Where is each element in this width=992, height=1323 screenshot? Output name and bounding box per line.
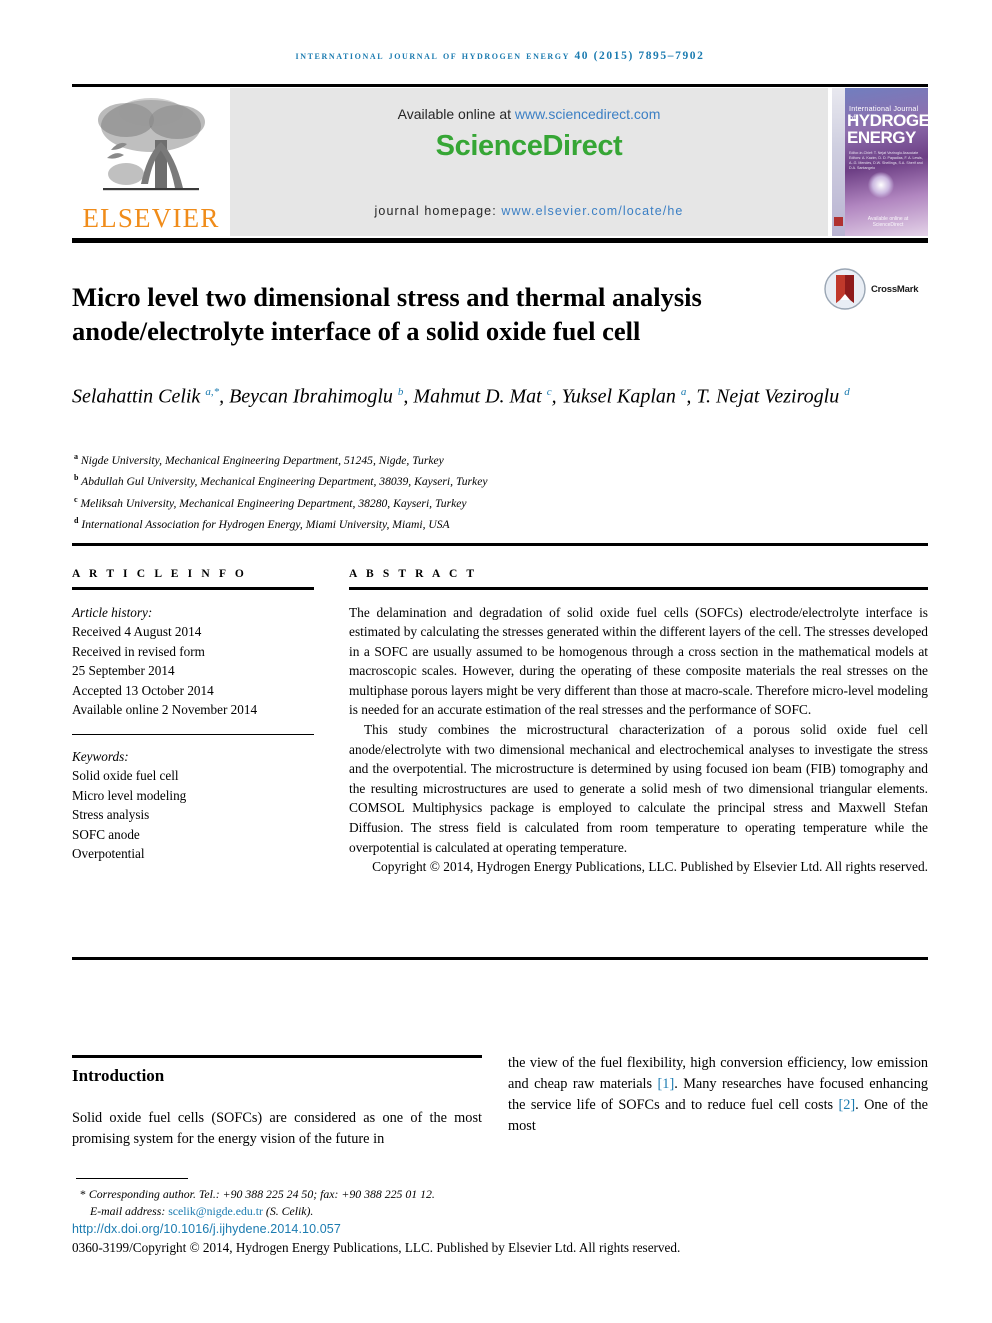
affiliation-item: a Nigde University, Mechanical Engineeri… xyxy=(74,452,444,467)
article-history-line: 25 September 2014 xyxy=(72,663,175,678)
introduction-heading: Introduction xyxy=(72,1066,165,1085)
introduction-rule xyxy=(72,1055,482,1058)
cover-orb-graphic xyxy=(868,172,894,198)
abstract-bottom-rule xyxy=(72,957,928,960)
info-section-top-rule xyxy=(72,543,928,546)
article-history-line: Received in revised form xyxy=(72,643,205,659)
sciencedirect-wordmark: ScienceDirect xyxy=(435,130,623,162)
sciencedirect-url-link[interactable]: www.sciencedirect.com xyxy=(515,106,661,122)
introduction-left-column: Solid oxide fuel cells (SOFCs) are consi… xyxy=(72,1110,482,1147)
elsevier-tree-icon xyxy=(98,98,205,191)
article-history-line: Received 4 August 2014 xyxy=(72,624,202,639)
affiliation-item: d International Association for Hydrogen… xyxy=(74,516,450,531)
keyword-item: Micro level modeling xyxy=(72,787,187,803)
keyword-item: Solid oxide fuel cell xyxy=(72,768,179,784)
abstract-paragraph-2: This study combines the microstructural … xyxy=(349,722,928,855)
corresponding-author-marker: * xyxy=(80,1187,86,1201)
email-suffix: (S. Celik). xyxy=(262,1203,314,1218)
email-label: E-mail address: xyxy=(90,1203,169,1218)
running-head: International Journal of Hydrogen Energy… xyxy=(295,50,705,62)
keyword-item: SOFC anode xyxy=(72,826,140,842)
crossmark-label: CrossMark xyxy=(871,283,919,295)
abstract-heading-rule xyxy=(349,587,928,590)
affiliation-marker: a xyxy=(74,452,78,461)
abstract-paragraph-1: The delamination and degradation of soli… xyxy=(349,604,928,718)
abstract-column: A B S T R A C T The delamination and deg… xyxy=(349,568,928,877)
affiliation-item: c Meliksah University, Mechanical Engine… xyxy=(74,494,467,510)
sciencedirect-banner: Available online at www.sciencedirect.co… xyxy=(230,88,828,236)
article-info-column: A R T I C L E I N F O Article history: R… xyxy=(72,568,314,864)
abstract-heading: A B S T R A C T xyxy=(349,568,478,580)
footnote-block: * Corresponding author. Tel.: +90 388 22… xyxy=(80,1186,700,1219)
article-info-heading-rule xyxy=(72,587,314,590)
affiliation-marker: d xyxy=(74,516,79,526)
paper-page: International Journal of Hydrogen Energy… xyxy=(0,0,992,1323)
affiliation-marker: c xyxy=(74,494,78,504)
article-history-label: Article history: xyxy=(72,604,153,620)
keyword-item: Stress analysis xyxy=(72,807,150,823)
crossmark-icon xyxy=(824,268,866,310)
affiliation-list: a Nigde University, Mechanical Engineeri… xyxy=(74,448,864,533)
available-online-prefix: Available online at xyxy=(397,106,515,122)
article-info-divider xyxy=(72,733,314,735)
cover-title-line-2: ENERGY xyxy=(847,128,916,147)
page-title: Micro level two dimensional stress and t… xyxy=(72,281,702,346)
email-note: E-mail address: scelik@nigde.edu.tr (S. … xyxy=(80,1203,700,1220)
cover-editors: Editor-in-Chief: T. Nejat Veziroglu Asso… xyxy=(849,151,923,170)
citation-link-2[interactable]: [2] xyxy=(838,1097,855,1113)
cover-title-line-1: HYDROGEN xyxy=(847,111,928,130)
article-history-line: Available online 2 November 2014 xyxy=(72,702,258,717)
journal-homepage-label: journal homepage: xyxy=(374,204,502,218)
cover-spine xyxy=(832,88,845,236)
journal-cover-thumbnail: International Journal of HYDROGEN ENERGY… xyxy=(828,88,928,236)
article-history-block: Article history: Received 4 August 2014 … xyxy=(72,603,314,864)
email-link[interactable]: scelik@nigde.edu.tr xyxy=(168,1204,263,1218)
header-bottom-rule xyxy=(72,238,928,243)
cover-journal-title: HYDROGEN ENERGY xyxy=(847,111,928,147)
journal-homepage-line: journal homepage: www.elsevier.com/locat… xyxy=(230,204,828,218)
keywords-label: Keywords: xyxy=(72,748,129,764)
footnote-rule xyxy=(76,1178,188,1180)
header-top-rule xyxy=(72,84,928,87)
doi-link[interactable]: http://dx.doi.org/10.1016/j.ijhydene.201… xyxy=(72,1222,341,1236)
journal-homepage-url[interactable]: www.elsevier.com/locate/he xyxy=(501,204,683,218)
available-online-line: Available online at www.sciencedirect.co… xyxy=(230,106,828,122)
affiliation-item: b Abdullah Gul University, Mechanical En… xyxy=(74,473,488,489)
cover-sciencedirect-mark: Available online at ScienceDirect xyxy=(867,216,909,228)
article-info-heading: A R T I C L E I N F O xyxy=(72,568,247,580)
keyword-item: Overpotential xyxy=(72,846,145,862)
corresponding-author-note: * Corresponding author. Tel.: +90 388 22… xyxy=(80,1186,700,1203)
affiliation-marker: b xyxy=(74,473,79,483)
journal-header-band: ELSEVIER Available online at www.science… xyxy=(72,88,928,236)
introduction-right-column: the view of the fuel flexibility, high c… xyxy=(508,1053,928,1137)
elsevier-wordmark: ELSEVIER xyxy=(82,203,220,233)
article-history-line: Accepted 13 October 2014 xyxy=(72,682,214,698)
abstract-copyright: Copyright © 2014, Hydrogen Energy Public… xyxy=(372,859,928,875)
corresponding-author-text: Corresponding author. Tel.: +90 388 225 … xyxy=(88,1187,435,1201)
abstract-body: The delamination and degradation of soli… xyxy=(349,603,928,877)
crossmark-badge[interactable]: CrossMark xyxy=(824,266,928,312)
cover-badge-icon xyxy=(834,217,843,226)
citation-link-1[interactable]: [1] xyxy=(658,1076,675,1092)
elsevier-logo: ELSEVIER xyxy=(72,88,230,236)
author-list: Selahattin Celik a,*, Beycan Ibrahimoglu… xyxy=(72,385,850,408)
issn-copyright-line: 0360-3199/Copyright © 2014, Hydrogen Ene… xyxy=(72,1240,681,1255)
